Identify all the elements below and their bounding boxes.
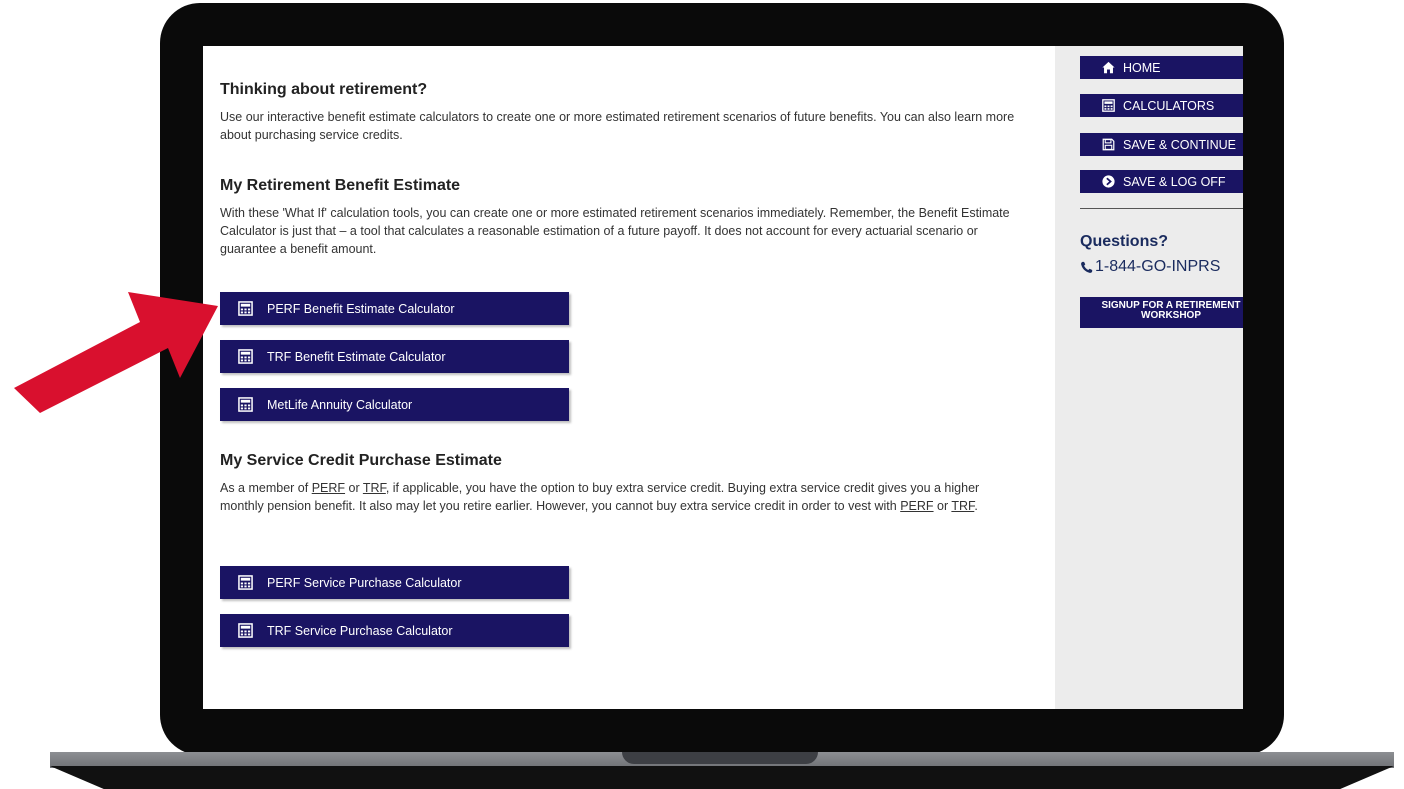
trf-benefit-calculator-button[interactable]: TRF Benefit Estimate Calculator (220, 340, 569, 373)
calculator-icon (238, 575, 253, 590)
metlife-annuity-calculator-button[interactable]: MetLife Annuity Calculator (220, 388, 569, 421)
calculator-icon (238, 623, 253, 638)
signup-workshop-button[interactable]: SIGNUP FOR A RETIREMENT WORKSHOP (1080, 297, 1243, 328)
trf-link[interactable]: TRF (363, 481, 386, 495)
calculator-icon (238, 301, 253, 316)
signup-line-2: WORKSHOP (1141, 310, 1201, 321)
save-continue-label: SAVE & CONTINUE (1123, 137, 1236, 152)
calculators-label: CALCULATORS (1123, 98, 1215, 113)
red-arrow-pointer (14, 292, 218, 413)
calculator-icon (238, 397, 253, 412)
phone-icon (1081, 261, 1093, 273)
home-label: HOME (1123, 60, 1161, 75)
retirement-heading: Thinking about retirement? (220, 81, 428, 98)
home-button[interactable]: HOME (1080, 56, 1243, 79)
metlife-annuity-calculator-label: MetLife Annuity Calculator (267, 397, 413, 412)
screen: Thinking about retirement? Use our inter… (203, 46, 1243, 709)
save-log-off-button[interactable]: SAVE & LOG OFF (1080, 170, 1243, 193)
calculator-icon (238, 349, 253, 364)
retirement-text: Use our interactive benefit estimate cal… (220, 110, 1015, 142)
arrow-circle-icon (1102, 175, 1115, 188)
home-icon (1102, 61, 1115, 74)
trf-link[interactable]: TRF (951, 499, 974, 513)
benefit-estimate-heading: My Retirement Benefit Estimate (220, 177, 461, 194)
save-icon (1102, 138, 1115, 151)
service-credit-heading: My Service Credit Purchase Estimate (220, 452, 502, 469)
laptop-bottom (50, 766, 1394, 789)
calculator-icon (1102, 99, 1115, 112)
questions-label: Questions? (1080, 233, 1169, 250)
sidebar: HOME CALCULATORS SAVE & CONTINUE SAVE & … (1055, 46, 1243, 709)
perf-benefit-calculator-label: PERF Benefit Estimate Calculator (267, 301, 455, 316)
laptop-notch (622, 752, 818, 764)
trf-service-purchase-calculator-button[interactable]: TRF Service Purchase Calculator (220, 614, 569, 647)
phone-number[interactable]: 1-844-GO-INPRS (1080, 258, 1220, 276)
perf-service-purchase-calculator-button[interactable]: PERF Service Purchase Calculator (220, 566, 569, 599)
service-credit-text: As a member of PERF or TRF, if applicabl… (220, 481, 980, 513)
phone-label: 1-844-GO-INPRS (1095, 258, 1221, 275)
trf-benefit-calculator-label: TRF Benefit Estimate Calculator (267, 349, 446, 364)
perf-service-purchase-calculator-label: PERF Service Purchase Calculator (267, 575, 462, 590)
benefit-estimate-text: With these 'What If' calculation tools, … (220, 206, 1010, 256)
sidebar-divider (1080, 208, 1243, 209)
main-content: Thinking about retirement? Use our inter… (203, 46, 1055, 709)
perf-benefit-calculator-button[interactable]: PERF Benefit Estimate Calculator (220, 292, 569, 325)
save-log-off-label: SAVE & LOG OFF (1123, 174, 1226, 189)
perf-link[interactable]: PERF (900, 499, 933, 513)
perf-link[interactable]: PERF (312, 481, 345, 495)
calculators-button[interactable]: CALCULATORS (1080, 94, 1243, 117)
save-continue-button[interactable]: SAVE & CONTINUE (1080, 133, 1243, 156)
trf-service-purchase-calculator-label: TRF Service Purchase Calculator (267, 623, 453, 638)
